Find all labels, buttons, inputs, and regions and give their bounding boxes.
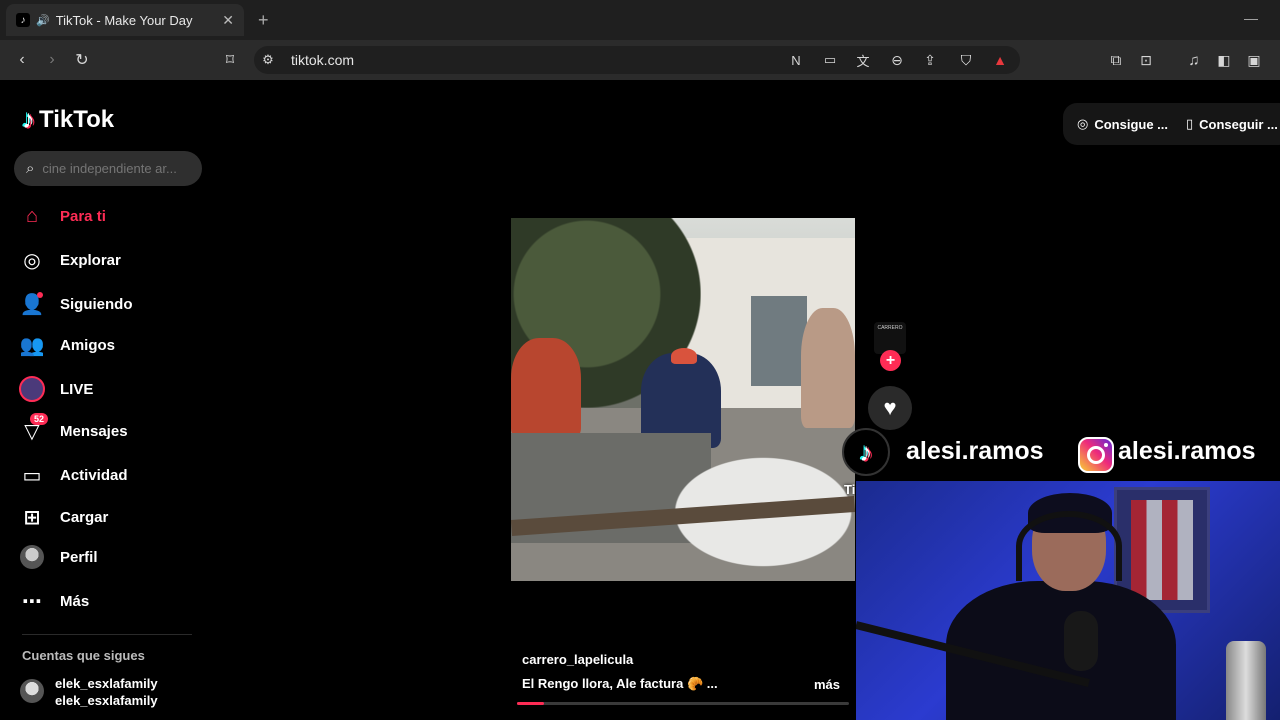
- brave-shield-icon[interactable]: ⛉: [956, 50, 976, 70]
- nav-siguiendo[interactable]: 👤 Siguiendo: [18, 289, 133, 319]
- notification-dot: [37, 292, 43, 298]
- video-progress-fill: [517, 702, 544, 705]
- following-account-name: elek_esxlafamily: [55, 676, 158, 691]
- brave-rewards-icon[interactable]: ▲: [990, 50, 1010, 70]
- follow-creator-button[interactable]: +: [880, 350, 901, 371]
- nav-label: Perfil: [60, 548, 98, 566]
- tiktok-favicon-icon: ♪: [16, 13, 30, 27]
- share-icon[interactable]: ⇪: [920, 50, 940, 70]
- cast-icon[interactable]: ▭: [820, 50, 840, 70]
- forward-icon[interactable]: ›: [42, 50, 62, 70]
- nav-label: Siguiendo: [60, 295, 133, 313]
- heart-icon: ♥: [883, 395, 897, 420]
- webcam-person-body: [946, 581, 1176, 720]
- media-icon[interactable]: ♫: [1184, 50, 1204, 70]
- extensions-icon[interactable]: ⧉: [1106, 50, 1126, 70]
- logo-text: TikTok: [39, 105, 115, 133]
- tiktok-note-icon: ♪: [22, 104, 35, 134]
- upload-icon: ⊞: [23, 506, 41, 529]
- nav-perfil[interactable]: Perfil: [18, 542, 98, 572]
- nav-label: Cargar: [60, 508, 109, 526]
- webcam-headset: [1016, 511, 1122, 581]
- reload-icon[interactable]: ↻: [72, 50, 92, 70]
- following-title: Cuentas que sigues: [22, 648, 145, 663]
- tab-search-icon[interactable]: ⊡: [1136, 50, 1156, 70]
- tiktok-note-icon: ♪: [842, 428, 890, 476]
- messages-icon: ▽ 52: [18, 413, 49, 445]
- video-caption: El Rengo llora, Ale factura 🥐 ...: [522, 676, 718, 691]
- compass-icon: ◎: [23, 249, 41, 272]
- following-icon: 👤: [19, 292, 45, 316]
- avatar[interactable]: [20, 679, 44, 703]
- following-account[interactable]: elek_esxlafamily elek_esxlafamily: [55, 675, 158, 709]
- video-person-cap: [671, 348, 697, 364]
- back-icon[interactable]: ‹: [12, 50, 32, 70]
- creator-avatar-text: CARRERO: [877, 325, 903, 331]
- zoom-icon[interactable]: ⊖: [887, 50, 907, 70]
- instagram-icon: [1078, 437, 1114, 473]
- nav-label: Actividad: [60, 466, 128, 484]
- search-bar[interactable]: ⌕: [14, 151, 202, 186]
- tiktok-logo[interactable]: ♪ TikTok: [22, 104, 114, 135]
- bookmark-icon[interactable]: ⌑: [220, 50, 240, 70]
- nav-actividad[interactable]: ▭ Actividad: [18, 460, 128, 490]
- get-app-label: Conseguir ...: [1199, 116, 1278, 132]
- nav-para-ti[interactable]: ⌂ Para ti: [18, 201, 106, 231]
- browser-tab[interactable]: ♪ 🔊 TikTok - Make Your Day ✕: [6, 4, 244, 36]
- live-icon: [18, 375, 46, 403]
- more-icon: ⋯: [22, 590, 42, 613]
- browser-tab-bar: ♪ 🔊 TikTok - Make Your Day ✕ + —: [0, 0, 1280, 40]
- activity-icon: ▭: [22, 464, 42, 487]
- stream-overlay-tiktok-handle: alesi.ramos: [906, 437, 1044, 465]
- nav-label: LIVE: [60, 380, 94, 398]
- nav-amigos[interactable]: 👥 Amigos: [18, 330, 115, 360]
- tab-title: TikTok - Make Your Day: [55, 12, 193, 28]
- wallet-icon[interactable]: ▣: [1244, 50, 1264, 70]
- url-text[interactable]: tiktok.com: [291, 52, 354, 68]
- stream-overlay-instagram-handle: alesi.ramos: [1118, 437, 1256, 465]
- minimize-window-icon[interactable]: —: [1244, 10, 1258, 26]
- video-player[interactable]: [511, 218, 855, 581]
- webcam-bottle: [1226, 641, 1266, 720]
- get-app-button[interactable]: ▯ Conseguir ...: [1186, 116, 1278, 132]
- search-icon: ⌕: [26, 160, 35, 177]
- webcam-feed: [856, 481, 1280, 720]
- translate-icon[interactable]: 文: [853, 50, 873, 70]
- video-window: [751, 296, 807, 386]
- nav-label: Para ti: [60, 207, 106, 225]
- friends-icon: 👥: [19, 334, 45, 357]
- nav-mas[interactable]: ⋯ Más: [18, 586, 89, 616]
- search-input[interactable]: [42, 161, 183, 176]
- nav-label: Mensajes: [60, 422, 128, 440]
- phone-icon: ▯: [1186, 116, 1194, 131]
- webcam-microphone: [1064, 611, 1098, 671]
- nav-mensajes[interactable]: ▽ 52 Mensajes: [18, 413, 128, 446]
- video-author[interactable]: carrero_lapelicula: [522, 652, 633, 667]
- video-person: [801, 308, 855, 428]
- caption-more-link[interactable]: más: [814, 677, 840, 692]
- reader-off-icon[interactable]: N: [786, 50, 806, 70]
- speaker-icon[interactable]: 🔊: [36, 14, 50, 27]
- close-tab-icon[interactable]: ✕: [222, 12, 234, 29]
- home-icon: ⌂: [25, 204, 39, 227]
- coin-icon: ◎: [1077, 116, 1089, 131]
- get-coins-label: Consigue ...: [1094, 116, 1169, 132]
- nav-live[interactable]: LIVE: [18, 374, 93, 404]
- following-account-handle: elek_esxlafamily: [55, 693, 158, 708]
- nav-label: Más: [60, 592, 90, 610]
- new-tab-icon[interactable]: +: [258, 10, 269, 31]
- nav-label: Amigos: [60, 336, 116, 354]
- nav-cargar[interactable]: ⊞ Cargar: [18, 502, 109, 532]
- nav-explorar[interactable]: ◎ Explorar: [18, 245, 121, 275]
- get-coins-button[interactable]: ◎ Consigue ...: [1077, 116, 1168, 132]
- nav-label: Explorar: [60, 251, 121, 269]
- site-settings-icon[interactable]: ⚙: [258, 50, 278, 70]
- video-person: [511, 338, 581, 438]
- profile-icon: [18, 543, 46, 571]
- messages-badge: 52: [30, 413, 49, 425]
- video-progress-bar[interactable]: [517, 702, 849, 705]
- sidebar-divider: [22, 634, 192, 635]
- sidebar-toggle-icon[interactable]: ◧: [1214, 50, 1234, 70]
